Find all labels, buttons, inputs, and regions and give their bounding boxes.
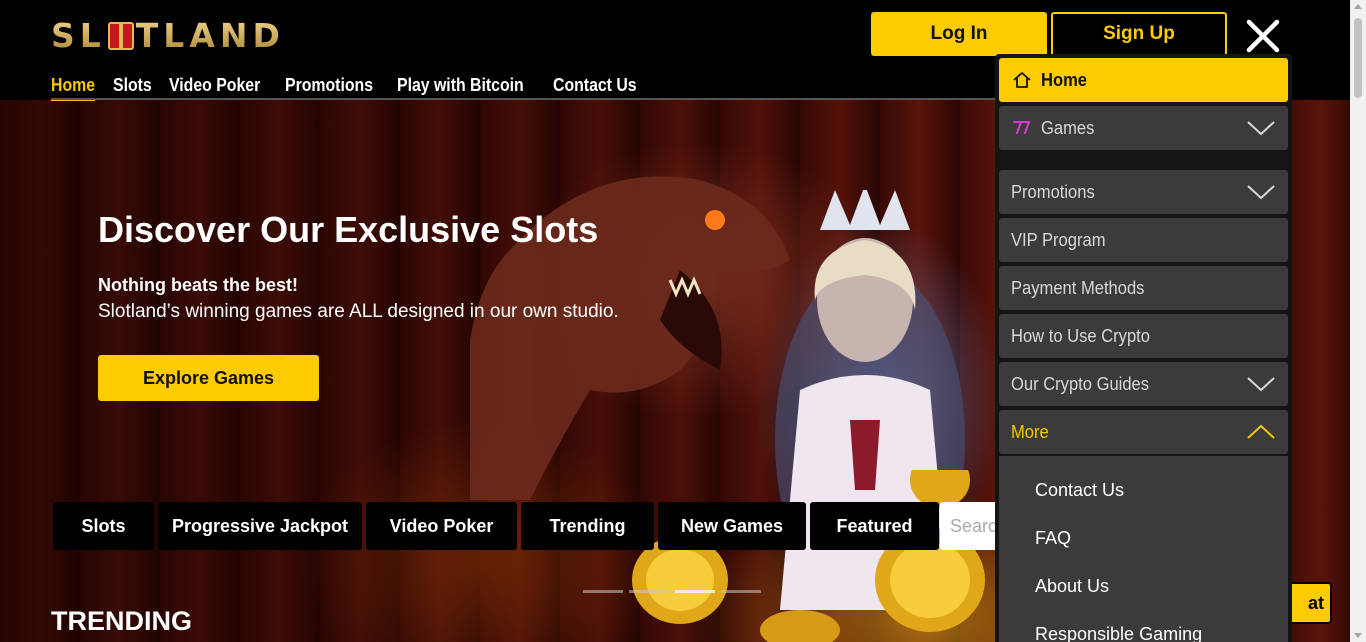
menu-item-payment-methods[interactable]: Payment Methods (999, 266, 1288, 310)
main-nav: Home Slots Video Poker Promotions Play w… (51, 74, 636, 101)
nav-item-home[interactable]: Home (51, 74, 96, 101)
menu-item-how-to-use-crypto[interactable]: How to Use Crypto (999, 314, 1288, 358)
tab-featured[interactable]: Featured (810, 502, 939, 550)
menu-item-label: VIP Program (1011, 229, 1106, 250)
tab-video-poker[interactable]: Video Poker (366, 502, 517, 550)
scrollbar-thumb[interactable] (1354, 18, 1362, 98)
menu-item-label: Promotions (1011, 181, 1095, 202)
carousel-dot[interactable] (583, 590, 623, 593)
logo-text-start: SL (51, 16, 106, 55)
menu-item-home[interactable]: Home (999, 58, 1288, 102)
tab-progressive-jackpot[interactable]: Progressive Jackpot (158, 502, 362, 550)
slot-seven-icon (1011, 117, 1033, 139)
tab-trending[interactable]: Trending (521, 502, 654, 550)
signup-button[interactable]: Sign Up (1051, 12, 1227, 56)
logo-text-end: TLAND (135, 16, 285, 55)
game-category-tabs: Slots Progressive Jackpot Video Poker Tr… (53, 502, 939, 550)
menu-item-games[interactable]: Games (999, 106, 1288, 150)
home-icon (1011, 69, 1033, 91)
side-menu-dropdown: Home Games Promotions VIP Program Paymen… (995, 54, 1292, 642)
carousel-indicators (583, 590, 761, 593)
menu-item-label: Payment Methods (1011, 277, 1145, 298)
menu-item-label: Home (1041, 69, 1088, 90)
chat-button-label: at (1307, 592, 1324, 613)
menu-item-label: More (1011, 421, 1049, 442)
nav-item-video-poker[interactable]: Video Poker (169, 74, 260, 101)
carousel-dot-active[interactable] (675, 590, 715, 593)
slotland-logo[interactable]: SL TLAND (51, 16, 285, 56)
scroll-up-arrow-icon[interactable] (1354, 4, 1362, 9)
page: SL TLAND Home Slots Video Poker Promotion… (0, 0, 1366, 642)
chevron-up-icon (1247, 424, 1275, 439)
nav-divider (51, 98, 1001, 100)
menu-item-label: Games (1041, 117, 1095, 138)
tab-slots[interactable]: Slots (53, 502, 154, 550)
hero-title: Discover Our Exclusive Slots (98, 209, 599, 250)
menu-item-promotions[interactable]: Promotions (999, 170, 1288, 214)
menu-item-label: Our Crypto Guides (1011, 373, 1150, 394)
gold-coins-illustration (632, 470, 985, 642)
trending-section-title: TRENDING (51, 606, 192, 636)
close-menu-icon[interactable] (1244, 17, 1282, 55)
menu-item-our-crypto-guides[interactable]: Our Crypto Guides (999, 362, 1288, 406)
menu-item-more[interactable]: More (999, 410, 1288, 454)
submenu-item-faq[interactable]: FAQ (1035, 526, 1071, 550)
tab-new-games[interactable]: New Games (658, 502, 806, 550)
gift-box-icon (107, 22, 134, 50)
carousel-dot[interactable] (721, 590, 761, 593)
hero-subtitle: Nothing beats the best! (98, 275, 299, 295)
submenu-item-responsible-gaming[interactable]: Responsible Gaming (1035, 622, 1202, 642)
chevron-down-icon (1247, 185, 1275, 200)
nav-item-contact-us[interactable]: Contact Us (553, 74, 637, 101)
more-submenu: Contact Us FAQ About Us Responsible Gami… (999, 456, 1288, 642)
scroll-down-arrow-icon[interactable] (1354, 633, 1362, 638)
explore-games-button[interactable]: Explore Games (98, 355, 319, 401)
submenu-item-contact-us[interactable]: Contact Us (1035, 478, 1124, 502)
chevron-down-icon (1247, 377, 1275, 392)
hero-description: Slotland’s winning games are ALL designe… (98, 301, 619, 322)
page-scrollbar[interactable] (1350, 0, 1366, 642)
submenu-item-about-us[interactable]: About Us (1035, 574, 1109, 598)
nav-item-promotions[interactable]: Promotions (285, 74, 373, 101)
menu-item-label: How to Use Crypto (1011, 325, 1150, 346)
login-button[interactable]: Log In (871, 12, 1047, 56)
carousel-dot[interactable] (629, 590, 669, 593)
nav-item-play-with-bitcoin[interactable]: Play with Bitcoin (397, 74, 524, 101)
menu-item-vip-program[interactable]: VIP Program (999, 218, 1288, 262)
chevron-down-icon (1247, 121, 1275, 136)
nav-item-slots[interactable]: Slots (113, 74, 152, 101)
